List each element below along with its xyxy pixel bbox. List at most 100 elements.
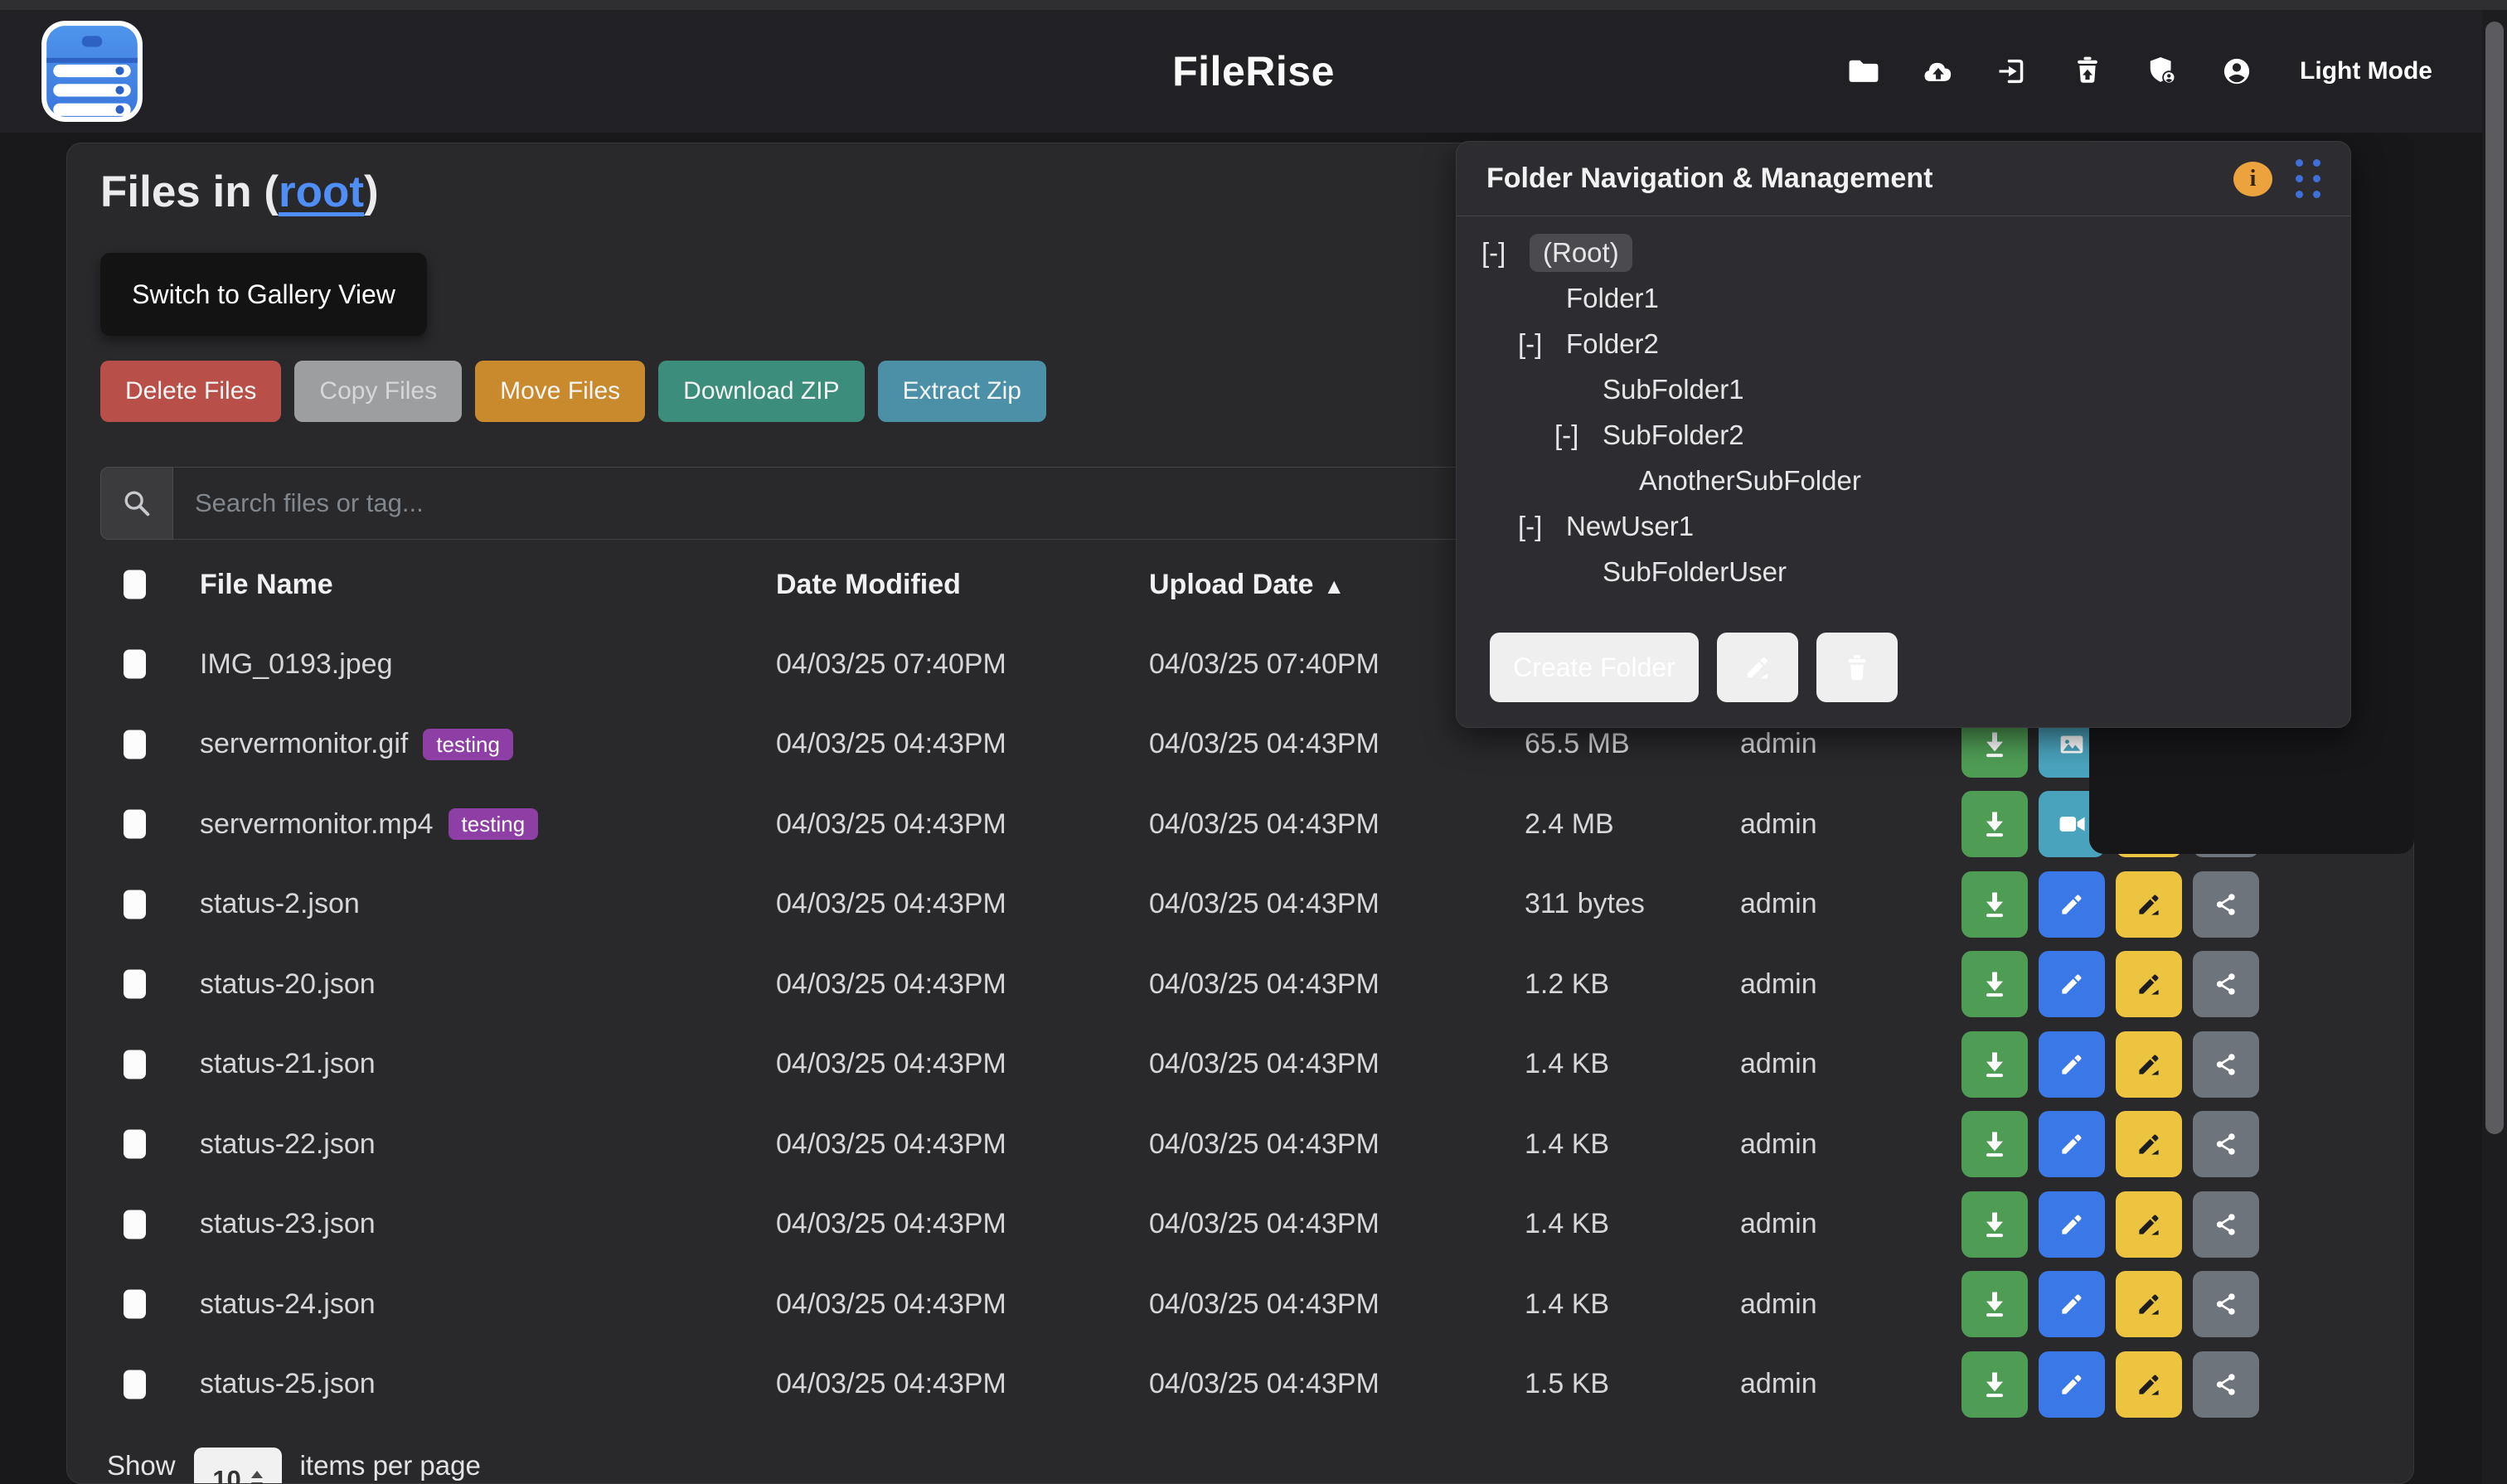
file-name[interactable]: status-24.json [200, 1288, 376, 1321]
share-button[interactable] [2193, 1111, 2259, 1177]
share-button[interactable] [2193, 951, 2259, 1017]
info-icon[interactable]: i [2233, 162, 2272, 196]
download-button[interactable] [1961, 791, 2028, 857]
share-button[interactable] [2193, 871, 2259, 938]
folder-name[interactable]: SubFolderUser [1603, 556, 1787, 588]
admin-shield-icon[interactable] [2144, 53, 2180, 90]
file-name[interactable]: status-25.json [200, 1368, 376, 1400]
rename-button[interactable] [2116, 1031, 2182, 1098]
column-header-upload-date[interactable]: Upload Date▲ [1149, 563, 1345, 606]
select-all-checkbox[interactable] [124, 570, 146, 599]
row-checkbox[interactable] [124, 1290, 146, 1319]
share-button[interactable] [2193, 1271, 2259, 1337]
rename-button[interactable] [2116, 1351, 2182, 1418]
collapse-toggle[interactable]: [-] [1554, 419, 1603, 451]
copy-files-button[interactable]: Copy Files [294, 361, 462, 422]
edit-button[interactable] [2039, 1111, 2105, 1177]
tag-badge[interactable]: testing [449, 808, 539, 840]
items-per-page-select[interactable]: 10 [194, 1448, 282, 1484]
folder-name[interactable]: SubFolder1 [1603, 374, 1744, 405]
row-checkbox[interactable] [124, 1210, 146, 1239]
download-button[interactable] [1961, 951, 2028, 1017]
edit-button[interactable] [2039, 1271, 2105, 1337]
logout-icon[interactable] [1995, 53, 2031, 90]
folder-name[interactable]: (Root) [1530, 234, 1632, 272]
move-files-button[interactable]: Move Files [475, 361, 645, 422]
file-name[interactable]: status-21.json [200, 1048, 376, 1080]
rename-button[interactable] [2116, 1191, 2182, 1258]
row-checkbox[interactable] [124, 1370, 146, 1399]
folder-tree-item[interactable]: [-]SubFolder2 [1457, 412, 2350, 458]
tag-badge[interactable]: testing [423, 729, 513, 760]
rename-button[interactable] [2116, 1271, 2182, 1337]
collapse-toggle[interactable]: [-] [1518, 511, 1566, 542]
theme-toggle[interactable]: Light Mode [2300, 57, 2432, 85]
column-header-date-modified[interactable]: Date Modified [776, 563, 961, 606]
edit-button[interactable] [2039, 951, 2105, 1017]
download-button[interactable] [1961, 1111, 2028, 1177]
delete-folder-button[interactable] [1816, 633, 1898, 702]
collapse-toggle[interactable]: [-] [1518, 328, 1566, 360]
scrollbar[interactable] [2482, 10, 2507, 1484]
delete-files-button[interactable]: Delete Files [100, 361, 281, 422]
file-name[interactable]: IMG_0193.jpeg [200, 648, 393, 681]
share-button[interactable] [2193, 1031, 2259, 1098]
row-checkbox[interactable] [124, 650, 146, 679]
download-button[interactable] [1961, 1351, 2028, 1418]
download-button[interactable] [1961, 1191, 2028, 1258]
file-name[interactable]: status-2.json [200, 888, 360, 920]
row-checkbox[interactable] [124, 1050, 146, 1079]
create-folder-button[interactable]: Create Folder [1490, 633, 1699, 702]
share-button[interactable] [2193, 1191, 2259, 1258]
folder-panel-title: Folder Navigation & Management [1486, 162, 2233, 195]
column-header-file-name[interactable]: File Name [200, 563, 333, 606]
upload-cloud-icon[interactable] [1920, 53, 1957, 90]
row-checkbox[interactable] [124, 890, 146, 919]
folder-name[interactable]: AnotherSubFolder [1639, 465, 1861, 497]
scrollbar-thumb[interactable] [2485, 22, 2504, 1134]
row-checkbox[interactable] [124, 810, 146, 839]
folder-tree-item[interactable]: [-]Folder2 [1457, 321, 2350, 366]
file-name[interactable]: status-23.json [200, 1208, 376, 1240]
gallery-view-button[interactable]: Switch to Gallery View [100, 253, 427, 336]
edit-button[interactable] [2039, 1191, 2105, 1258]
file-name[interactable]: servermonitor.gif [200, 728, 408, 760]
folder-tree-item[interactable]: [-](Root) [1457, 230, 2350, 275]
extract-zip-button[interactable]: Extract Zip [878, 361, 1046, 422]
folder-tree-item[interactable]: SubFolder1 [1457, 366, 2350, 412]
download-button[interactable] [1961, 1031, 2028, 1098]
search-icon[interactable] [100, 467, 173, 540]
share-button[interactable] [2193, 1351, 2259, 1418]
folder-tree-item[interactable]: AnotherSubFolder [1457, 458, 2350, 503]
folder-tree-item[interactable]: SubFolderUser [1457, 549, 2350, 594]
edit-button[interactable] [2039, 871, 2105, 938]
restore-trash-icon[interactable] [2069, 53, 2106, 90]
folder-tree-item[interactable]: Folder1 [1457, 275, 2350, 321]
user-profile-icon[interactable] [2218, 53, 2255, 90]
folder-name[interactable]: Folder1 [1566, 283, 1659, 314]
row-actions [1961, 1025, 2259, 1105]
edit-button[interactable] [2039, 1351, 2105, 1418]
edit-button[interactable] [2039, 1031, 2105, 1098]
root-link[interactable]: root [279, 167, 364, 216]
folder-name[interactable]: Folder2 [1566, 328, 1659, 360]
rename-button[interactable] [2116, 871, 2182, 938]
file-name[interactable]: status-20.json [200, 968, 376, 1001]
row-checkbox[interactable] [124, 1130, 146, 1159]
download-zip-button[interactable]: Download ZIP [658, 361, 864, 422]
folder-icon[interactable] [1845, 53, 1882, 90]
rename-button[interactable] [2116, 1111, 2182, 1177]
file-name[interactable]: servermonitor.mp4 [200, 808, 434, 841]
folder-tree-item[interactable]: [-]NewUser1 [1457, 503, 2350, 549]
rename-folder-button[interactable] [1717, 633, 1798, 702]
drag-handle-icon[interactable] [2296, 159, 2320, 198]
row-checkbox[interactable] [124, 970, 146, 999]
rename-button[interactable] [2116, 951, 2182, 1017]
row-checkbox[interactable] [124, 730, 146, 759]
file-name[interactable]: status-22.json [200, 1128, 376, 1161]
download-button[interactable] [1961, 1271, 2028, 1337]
collapse-toggle[interactable]: [-] [1481, 237, 1530, 269]
download-button[interactable] [1961, 871, 2028, 938]
folder-name[interactable]: NewUser1 [1566, 511, 1694, 542]
folder-name[interactable]: SubFolder2 [1603, 419, 1744, 451]
